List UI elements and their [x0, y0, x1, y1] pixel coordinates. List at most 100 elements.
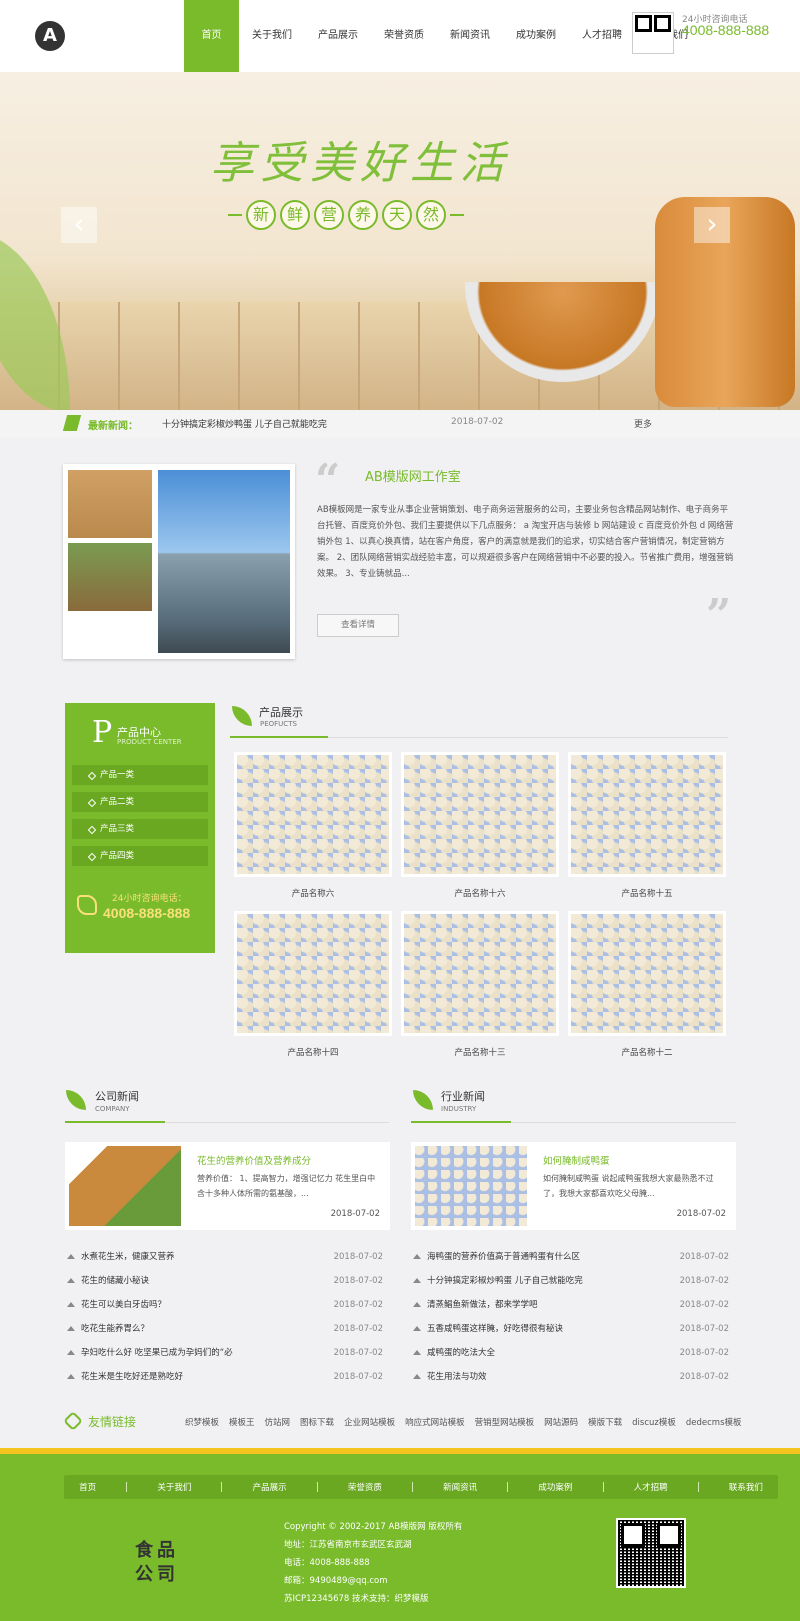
news-item[interactable]: 花生米是生吃好还是熟吃好 2018-07-02 [65, 1365, 383, 1389]
product-card[interactable]: 产品名称十三 [401, 911, 559, 1058]
news-item[interactable]: 吃花生能养胃么？ 2018-07-02 [65, 1317, 383, 1341]
product-image[interactable] [568, 911, 726, 1036]
product-name[interactable]: 产品名称十三 [401, 1046, 559, 1058]
news-title[interactable]: 花生米是生吃好还是熟吃好 [81, 1372, 183, 1382]
friend-link[interactable]: 响应式网站模板 [405, 1416, 465, 1428]
news-title[interactable]: 花生用法与功效 [427, 1372, 487, 1382]
news-title[interactable]: 吃花生能养胃么？ [81, 1324, 149, 1334]
footer-nav-honors[interactable]: 荣誉资质 [348, 1481, 382, 1493]
news-date: 2018-07-02 [679, 1252, 729, 1262]
footer-logo-line: 公司 [135, 1564, 179, 1585]
nav-products[interactable]: 产品展示 [305, 0, 371, 72]
banner-prev-arrow-icon[interactable]: ‹ [61, 207, 97, 243]
quote-close-icon: ” [706, 590, 732, 641]
news-item[interactable]: 清蒸鲳鱼新做法，都来学学吧 2018-07-02 [411, 1293, 729, 1317]
news-item[interactable]: 水煮花生米，健康又营养 2018-07-02 [65, 1245, 383, 1269]
friend-link[interactable]: 营销型网站模板 [475, 1416, 535, 1428]
product-card[interactable]: 产品名称十四 [234, 911, 392, 1058]
product-card[interactable]: 产品名称十二 [568, 911, 726, 1058]
nav-home[interactable]: 首页 [184, 0, 239, 72]
footer-nav-jobs[interactable]: 人才招聘 [634, 1481, 668, 1493]
banner-subtitle: 新 鲜 营 养 天 然 [228, 200, 464, 230]
product-name[interactable]: 产品名称十六 [401, 887, 559, 899]
featured-news-title[interactable]: 花生的营养价值及营养成分 [197, 1153, 311, 1167]
banner-subtitle-char: 养 [348, 200, 378, 230]
product-center-en: PRODUCT CENTER [117, 738, 182, 746]
footer-nav-cases[interactable]: 成功案例 [538, 1481, 572, 1493]
friend-link[interactable]: 织梦模板 [185, 1416, 219, 1428]
category-item[interactable]: 产品二类 [72, 792, 208, 812]
banner-next-arrow-icon[interactable]: › [694, 207, 730, 243]
nav-cases[interactable]: 成功案例 [503, 0, 569, 72]
product-card[interactable]: 产品名称六 [234, 752, 392, 899]
news-title[interactable]: 十分钟搞定彩椒炒鸭蛋 儿子自己就能吃完 [427, 1276, 583, 1286]
news-date: 2018-07-02 [679, 1348, 729, 1358]
product-card[interactable]: 产品名称十六 [401, 752, 559, 899]
product-image[interactable] [401, 911, 559, 1036]
quote-open-icon: “ [315, 455, 341, 506]
product-image[interactable] [401, 752, 559, 877]
news-item[interactable]: 花生用法与功效 2018-07-02 [411, 1365, 729, 1389]
news-title[interactable]: 清蒸鲳鱼新做法，都来学学吧 [427, 1300, 538, 1310]
news-title[interactable]: 咸鸭蛋的吃法大全 [427, 1348, 495, 1358]
nav-news[interactable]: 新闻资讯 [437, 0, 503, 72]
footer-nav-products[interactable]: 产品展示 [253, 1481, 287, 1493]
about-details-button[interactable]: 查看详情 [317, 614, 399, 637]
product-card[interactable]: 产品名称十五 [568, 752, 726, 899]
friend-links: 织梦模板 模板王 仿站网 图标下载 企业网站模板 响应式网站模板 营销型网站模板… [185, 1416, 742, 1428]
product-image[interactable] [234, 752, 392, 877]
product-name[interactable]: 产品名称十二 [568, 1046, 726, 1058]
news-title[interactable]: 海鸭蛋的营养价值高于普通鸭蛋有什么区 [427, 1252, 580, 1262]
industry-featured-news[interactable]: 如何腌制咸鸭蛋 如何腌制咸鸭蛋 说起咸鸭蛋我想大家最熟悉不过了，我想大家都喜欢吃… [411, 1142, 736, 1230]
product-image[interactable] [234, 911, 392, 1036]
news-item[interactable]: 花生的储藏小秘诀 2018-07-02 [65, 1269, 383, 1293]
friend-link[interactable]: dedecms模板 [686, 1416, 742, 1428]
friend-link[interactable]: 网站源码 [544, 1416, 578, 1428]
news-title[interactable]: 孕妇吃什么好 吃坚果已成为孕妈们的“必 [81, 1348, 233, 1358]
nav-about[interactable]: 关于我们 [239, 0, 305, 72]
friend-link[interactable]: discuz模板 [632, 1416, 676, 1428]
footer-nav-home[interactable]: 首页 [79, 1481, 96, 1493]
featured-news-text: 如何腌制咸鸭蛋 说起咸鸭蛋我想大家最熟悉不过了，我想大家都喜欢吃父母腌... [543, 1174, 714, 1198]
friend-link[interactable]: 仿站网 [265, 1416, 291, 1428]
news-item[interactable]: 孕妇吃什么好 吃坚果已成为孕妈们的“必 2018-07-02 [65, 1341, 383, 1365]
footer-icp[interactable]: 苏ICP12345678 技术支持：织梦模版 [284, 1590, 462, 1608]
product-name[interactable]: 产品名称十四 [234, 1046, 392, 1058]
news-title[interactable]: 花生可以美白牙齿吗？ [81, 1300, 166, 1310]
industry-news-title: 行业新闻 [441, 1090, 485, 1103]
category-item[interactable]: 产品四类 [72, 846, 208, 866]
product-name[interactable]: 产品名称六 [234, 887, 392, 899]
ticker-headline[interactable]: 十分钟搞定彩椒炒鸭蛋 儿子自己就能吃完 [162, 417, 327, 430]
peanut-kernels-image[interactable] [415, 1146, 527, 1226]
footer-nav-contact[interactable]: 联系我们 [729, 1481, 763, 1493]
category-item[interactable]: 产品三类 [72, 819, 208, 839]
news-item[interactable]: 花生可以美白牙齿吗？ 2018-07-02 [65, 1293, 383, 1317]
news-item[interactable]: 十分钟搞定彩椒炒鸭蛋 儿子自己就能吃完 2018-07-02 [411, 1269, 729, 1293]
news-title[interactable]: 五香咸鸭蛋这样腌，好吃得很有秘诀 [427, 1324, 563, 1334]
friend-link[interactable]: 模板王 [229, 1416, 255, 1428]
nav-jobs[interactable]: 人才招聘 [569, 0, 635, 72]
ticker-more-link[interactable]: 更多 [634, 417, 652, 430]
peanut-plant-image[interactable] [69, 1146, 181, 1226]
friend-links-title: 友情链接 [88, 1415, 137, 1429]
friend-link[interactable]: 企业网站模板 [344, 1416, 395, 1428]
news-item[interactable]: 海鸭蛋的营养价值高于普通鸭蛋有什么区 2018-07-02 [411, 1245, 729, 1269]
company-featured-news[interactable]: 花生的营养价值及营养成分 营养价值： 1、提高智力，增强记忆力 花生里白中含十多… [65, 1142, 390, 1230]
friend-link[interactable]: 图标下载 [300, 1416, 334, 1428]
news-item[interactable]: 五香咸鸭蛋这样腌，好吃得很有秘诀 2018-07-02 [411, 1317, 729, 1341]
category-item[interactable]: 产品一类 [72, 765, 208, 785]
news-item[interactable]: 咸鸭蛋的吃法大全 2018-07-02 [411, 1341, 729, 1365]
footer-phone: 电话：4008-888-888 [284, 1558, 370, 1568]
products-divider [230, 736, 728, 738]
footer-nav-about[interactable]: 关于我们 [157, 1481, 191, 1493]
product-name[interactable]: 产品名称十五 [568, 887, 726, 899]
news-title[interactable]: 水煮花生米，健康又营养 [81, 1252, 175, 1262]
nav-honors[interactable]: 荣誉资质 [371, 0, 437, 72]
news-title[interactable]: 花生的储藏小秘诀 [81, 1276, 149, 1286]
product-center-sidebar: P 产品中心 PRODUCT CENTER 产品一类 产品二类 产品三类 产品四… [65, 703, 215, 953]
featured-news-title[interactable]: 如何腌制咸鸭蛋 [543, 1153, 610, 1167]
friend-link[interactable]: 模版下载 [588, 1416, 622, 1428]
footer-nav-news[interactable]: 新闻资讯 [443, 1481, 477, 1493]
product-image[interactable] [568, 752, 726, 877]
site-logo[interactable]: A [35, 21, 65, 51]
